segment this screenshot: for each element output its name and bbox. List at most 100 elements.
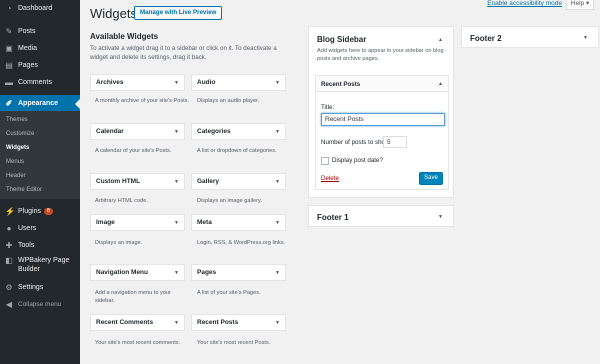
widget-custom-html[interactable]: Custom HTML ▼ xyxy=(90,173,185,190)
appearance-submenu: Themes Customize Widgets Menus Header Th… xyxy=(0,111,80,199)
widget-description: Login, RSS, & WordPress.org links. xyxy=(197,240,286,246)
widget-description: A list or dropdown of categories. xyxy=(197,148,277,154)
sidebar-item-plugins[interactable]: ⚡ Plugins 8 xyxy=(0,203,80,220)
widget-title: Archives xyxy=(96,79,124,86)
save-button[interactable]: Save xyxy=(419,172,443,185)
title-field[interactable] xyxy=(321,113,445,126)
admin-sidebar: ◔ Dashboard ✎ Posts ▣ Media ▤ Pages ▬ Comment… xyxy=(0,0,80,364)
sidebar-item-appearance[interactable]: ✐ Appearance xyxy=(0,95,80,112)
widget-title: Gallery xyxy=(197,178,220,185)
sidebar-item-users[interactable]: ● Users xyxy=(0,220,80,237)
sidebar-item-label: Collapse menu xyxy=(18,301,62,308)
sidebar-item-label: Settings xyxy=(18,284,44,291)
sidebar-item-comments[interactable]: ▬ Comments xyxy=(0,74,80,91)
live-preview-button[interactable]: Manage with Live Preview xyxy=(134,6,223,20)
blog-sidebar-area: Blog Sidebar ▲ Add widgets here to appea… xyxy=(308,26,454,198)
widget-title: Image xyxy=(96,219,115,226)
plugins-update-badge: 8 xyxy=(43,208,53,215)
sidebar-item-tools[interactable]: ✚ Tools xyxy=(0,237,80,254)
caret-down-icon: ▼ xyxy=(174,219,179,226)
widget-title: Audio xyxy=(197,79,216,86)
sidebar-item-label: Comments xyxy=(18,79,52,86)
number-of-posts-label: Number of posts to show: xyxy=(321,139,392,146)
widget-title: Custom HTML xyxy=(96,178,141,185)
submenu-item-theme-editor[interactable]: Theme Editor xyxy=(6,187,42,193)
page-title: Widgets xyxy=(90,6,137,21)
sidebar-item-wpbakery[interactable]: ◧ WPBakery Page Builder xyxy=(0,254,80,278)
widget-description: Your site's most recent comments. xyxy=(95,340,181,346)
widget-title: Navigation Menu xyxy=(96,269,149,276)
builder-icon: ◧ xyxy=(5,256,13,265)
widget-title: Calendar xyxy=(96,128,124,135)
widget-audio[interactable]: Audio ▼ xyxy=(191,74,286,91)
widget-description: A monthly archive of your site's Posts. xyxy=(95,98,190,104)
dashboard-icon: ◔ xyxy=(6,3,12,13)
widget-description: Displays an image. xyxy=(95,240,143,246)
caret-down-icon: ▼ xyxy=(275,178,280,185)
sidebar-area-title[interactable]: Blog Sidebar xyxy=(317,35,366,44)
page-icon: ▤ xyxy=(5,60,13,70)
widget-recent-comments[interactable]: Recent Comments ▼ xyxy=(90,314,185,331)
caret-down-icon: ▼ xyxy=(275,319,280,326)
caret-up-icon[interactable]: ▲ xyxy=(438,81,443,87)
sidebar-item-pages[interactable]: ▤ Pages xyxy=(0,57,80,74)
submenu-item-customize[interactable]: Customize xyxy=(6,131,34,137)
submenu-item-menus[interactable]: Menus xyxy=(6,159,24,165)
display-date-checkbox[interactable] xyxy=(321,157,329,165)
widget-description: Displays an audio player. xyxy=(197,98,260,104)
widget-description: Add a navigation menu to your sidebar. xyxy=(95,290,171,304)
collapse-icon: ◀ xyxy=(5,299,13,309)
widget-description: A list of your site's Pages. xyxy=(197,290,261,296)
caret-down-icon: ▼ xyxy=(174,269,179,276)
wrench-icon: ✚ xyxy=(5,240,13,250)
user-icon: ● xyxy=(6,223,12,233)
caret-down-icon[interactable]: ▼ xyxy=(438,214,443,220)
sidebar-item-posts[interactable]: ✎ Posts xyxy=(0,23,80,40)
widget-description: A calendar of your site's Posts. xyxy=(95,148,172,154)
caret-down-icon: ▼ xyxy=(275,269,280,276)
widget-meta[interactable]: Meta ▼ xyxy=(191,214,286,231)
help-tab[interactable]: Help ▾ xyxy=(566,0,594,10)
widget-header[interactable]: Recent Posts ▲ xyxy=(316,76,448,92)
sidebar-item-label: Appearance xyxy=(18,100,59,107)
pin-icon: ✎ xyxy=(5,26,13,36)
submenu-item-widgets[interactable]: Widgets xyxy=(6,145,29,151)
widget-description: Your site's most recent Posts. xyxy=(197,340,271,346)
available-widgets-description: To activate a widget drag it to a sideba… xyxy=(90,45,277,61)
widget-title: Recent Posts xyxy=(197,319,239,326)
brush-icon: ✐ xyxy=(5,98,13,108)
caret-up-icon[interactable]: ▲ xyxy=(438,37,443,43)
footer-1-area[interactable]: Footer 1 ▼ xyxy=(308,205,454,227)
sidebar-area-title: Footer 1 xyxy=(317,213,349,222)
submenu-item-header[interactable]: Header xyxy=(6,173,26,179)
widget-calendar[interactable]: Calendar ▼ xyxy=(90,123,185,140)
widget-title: Meta xyxy=(197,219,212,226)
accessibility-mode-link[interactable]: Enable accessibility mode xyxy=(487,0,562,7)
title-field-label: Title: xyxy=(321,104,335,111)
footer-2-area[interactable]: Footer 2 ▼ xyxy=(461,26,599,48)
widget-navigation-menu[interactable]: Navigation Menu ▼ xyxy=(90,264,185,281)
number-of-posts-field[interactable] xyxy=(383,136,407,148)
sidebar-item-settings[interactable]: ⚙ Settings xyxy=(0,279,80,296)
widget-title: Pages xyxy=(197,269,217,276)
sidebar-item-label: Dashboard xyxy=(18,5,53,12)
widget-pages[interactable]: Pages ▼ xyxy=(191,264,286,281)
collapse-menu-button[interactable]: ◀ Collapse menu xyxy=(0,296,80,313)
sidebar-item-dashboard[interactable]: ◔ Dashboard xyxy=(0,0,80,17)
sidebar-area-description: Add widgets here to appear in your sideb… xyxy=(317,48,444,62)
chevron-down-icon: ▾ xyxy=(585,0,590,7)
caret-down-icon: ▼ xyxy=(174,319,179,326)
widget-recent-posts[interactable]: Recent Posts ▼ xyxy=(191,314,286,331)
widget-image[interactable]: Image ▼ xyxy=(90,214,185,231)
submenu-item-themes[interactable]: Themes xyxy=(6,117,28,123)
widget-gallery[interactable]: Gallery ▼ xyxy=(191,173,286,190)
widget-categories[interactable]: Categories ▼ xyxy=(191,123,286,140)
caret-down-icon[interactable]: ▼ xyxy=(583,35,588,41)
widget-archives[interactable]: Archives ▼ xyxy=(90,74,185,91)
display-date-label: Display post date? xyxy=(332,157,383,164)
widget-description: Arbitrary HTML code. xyxy=(95,198,148,204)
delete-link[interactable]: Delete xyxy=(321,175,339,182)
sidebar-item-label: Plugins xyxy=(18,208,41,215)
sidebar-item-media[interactable]: ▣ Media xyxy=(0,40,80,57)
settings-icon: ⚙ xyxy=(5,282,13,292)
